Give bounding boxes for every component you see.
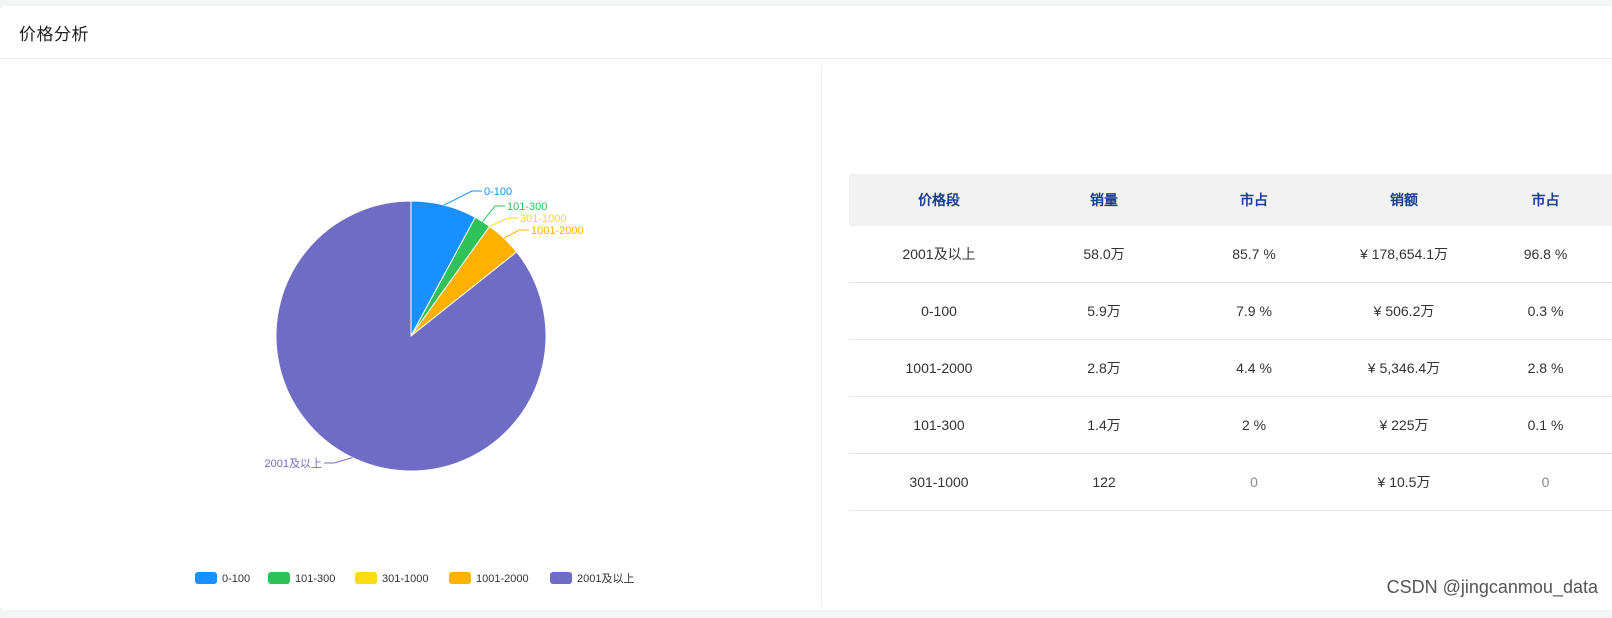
table-row: 301-1000 122 0 ¥ 10.5万 0 [849,453,1612,511]
legend-item-301-1000[interactable]: 301-1000 [355,572,429,585]
header-amount-share: 市占 [1531,192,1560,208]
table-header-row: 价格段 销量 市占 销额 市占 [849,174,1612,226]
table-row: 101-300 1.4万 2 % ¥ 225万 0.1 % [849,396,1612,454]
cell-sales-amount: ¥ 506.2万 [1329,282,1479,340]
header-price-segment: 价格段 [918,192,960,208]
cell-price-segment: 0-100 [849,282,1029,340]
cell-price-segment: 101-300 [849,396,1029,454]
pie-svg: 0-100101-300301-10001001-20002001及以上0-10… [195,186,634,585]
cell-sales-volume: 122 [1029,453,1179,511]
cell-volume-share: 2 % [1179,396,1329,454]
table-row: 1001-2000 2.8万 4.4 % ¥ 5,346.4万 2.8 % [849,339,1612,397]
price-pie-chart: 0-100 101-300 301-1000 1001-2000 2001及以上 0-10… [0,66,820,606]
cell-sales-amount: ¥ 5,346.4万 [1329,339,1479,397]
cell-volume-share: 85.7 % [1179,226,1329,283]
cell-amount-share: 0 [1479,453,1612,511]
slice-label-2001: 2001及以上 [265,457,322,470]
cell-price-segment: 301-1000 [849,453,1029,511]
legend-swatch-2001 [550,572,572,584]
cell-volume-share: 7.9 % [1179,282,1329,340]
legend-item-1001-2000[interactable]: 1001-2000 [449,572,529,585]
cell-sales-volume: 5.9万 [1029,282,1179,340]
cell-sales-amount: ¥ 178,654.1万 [1329,226,1479,283]
header-sales-amount: 销额 [1390,192,1418,208]
label-line-0-100 [443,190,482,206]
cell-amount-share: 0.3 % [1479,282,1612,340]
panel-title: 价格分析 [0,6,1612,59]
table-row: 2001及以上 58.0万 85.7 % ¥ 178,654.1万 96.8 % [849,226,1612,283]
cell-sales-volume: 2.8万 [1029,339,1179,397]
legend-label-0-100: 0-100 [222,573,250,585]
cell-volume-share: 0 [1179,453,1329,511]
header-volume-share: 市占 [1240,192,1268,208]
header-sales-volume: 销量 [1090,192,1118,208]
price-table: 价格段 销量 市占 销额 市占 2001及以上 58.0万 85.7 % ¥ 1… [849,174,1612,511]
legend-swatch-0-100 [195,572,217,584]
legend-item-2001[interactable]: 2001及以上 [550,572,634,585]
legend-swatch-301-1000 [355,572,377,584]
label-line-2001 [324,457,353,464]
cell-volume-share: 4.4 % [1179,339,1329,397]
legend-swatch-1001-2000 [449,572,471,584]
cell-sales-amount: ¥ 225万 [1329,396,1479,454]
slice-label-101-300: 101-300 [507,201,547,213]
legend-item-101-300[interactable]: 101-300 [268,572,335,585]
label-line-101-300 [482,205,505,222]
slice-label-301-1000: 301-1000 [520,213,567,225]
legend-item-0-100[interactable]: 0-100 [195,572,250,585]
cell-sales-amount: ¥ 10.5万 [1329,453,1479,511]
cell-amount-share: 96.8 % [1479,226,1612,283]
legend-label-301-1000: 301-1000 [382,573,429,585]
legend-label-1001-2000: 1001-2000 [476,573,529,585]
label-line-301-1000 [489,217,518,227]
label-line-1001-2000 [503,229,529,239]
csdn-watermark: CSDN @jingcanmou_data [1386,577,1598,597]
legend-label-2001: 2001及以上 [577,572,634,585]
slice-label-1001-2000: 1001-2000 [531,225,584,237]
table-row: 0-100 5.9万 7.9 % ¥ 506.2万 0.3 % [849,282,1612,340]
cell-price-segment: 1001-2000 [849,339,1029,397]
cell-sales-volume: 1.4万 [1029,396,1179,454]
legend-label-101-300: 101-300 [295,573,335,585]
cell-amount-share: 2.8 % [1479,339,1612,397]
legend-swatch-101-300 [268,572,290,584]
slice-label-0-100: 0-100 [484,186,512,198]
vertical-divider [821,66,822,606]
cell-amount-share: 0.1 % [1479,396,1612,454]
price-analysis-card: 价格分析 0-100 101-300 301-1000 1001-2000 2001及以… [0,6,1612,610]
cell-sales-volume: 58.0万 [1029,226,1179,283]
cell-price-segment: 2001及以上 [849,226,1029,283]
